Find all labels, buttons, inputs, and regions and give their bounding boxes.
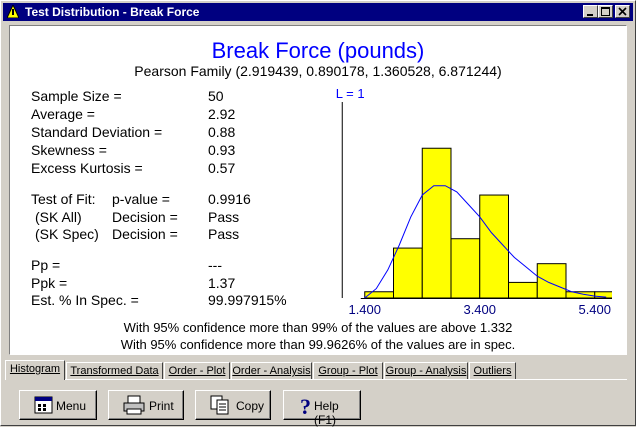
help-button[interactable]: ? Help (F1) bbox=[283, 390, 361, 427]
fit-value: Pass bbox=[208, 226, 240, 242]
report-title: Break Force (pounds) bbox=[211, 38, 425, 63]
tab-order-plot[interactable]: Order - Plot bbox=[164, 362, 230, 379]
tab-label: Histogram bbox=[9, 363, 61, 375]
window-title: Test Distribution - Break Force bbox=[25, 5, 200, 19]
stat-label: Sample Size = bbox=[31, 88, 122, 104]
stat-label: Skewness = bbox=[31, 142, 107, 158]
tab-label: Transformed Data bbox=[70, 365, 159, 377]
minimize-icon bbox=[587, 14, 593, 16]
capability-label: Pp = bbox=[31, 257, 61, 273]
fit-label: (SK Spec) bbox=[35, 226, 99, 242]
app-window: Test Distribution - Break Force Break Fo… bbox=[0, 0, 636, 427]
confidence-line-2: With 95% confidence more than 99.9626% o… bbox=[120, 337, 516, 352]
tab-label: Order - Analysis bbox=[232, 365, 311, 377]
maximize-icon bbox=[601, 7, 610, 16]
printer-icon bbox=[123, 395, 145, 415]
histogram-bar bbox=[450, 238, 481, 299]
copy-button[interactable]: Copy bbox=[195, 390, 271, 420]
tab-label: Group - Plot bbox=[318, 365, 378, 377]
tab-transformed-data[interactable]: Transformed Data bbox=[66, 362, 163, 379]
tab-strip-border bbox=[5, 379, 627, 380]
tab-group-analysis[interactable]: Group - Analysis bbox=[384, 362, 468, 379]
histogram-bar bbox=[421, 147, 452, 299]
stat-value: 2.92 bbox=[208, 106, 236, 122]
histogram-chart: LSL = 1 1.400 3.400 5.400 bbox=[336, 86, 612, 316]
histogram-bar bbox=[508, 281, 538, 299]
menu-icon bbox=[34, 396, 53, 414]
capability-label: Est. % In Spec. = bbox=[31, 292, 139, 308]
maximize-button[interactable] bbox=[598, 5, 613, 18]
stat-label: Standard Deviation = bbox=[31, 124, 163, 140]
close-icon bbox=[618, 7, 627, 16]
stat-value: 0.57 bbox=[208, 160, 236, 176]
help-button-label: Help (F1) bbox=[314, 399, 339, 427]
histogram-bar bbox=[565, 291, 596, 299]
close-button[interactable] bbox=[615, 5, 630, 18]
capability-value: 99.997915% bbox=[208, 292, 287, 308]
tab-order-analysis[interactable]: Order - Analysis bbox=[231, 362, 312, 379]
title-bar[interactable]: Test Distribution - Break Force bbox=[3, 3, 633, 21]
stat-value: 0.88 bbox=[208, 124, 236, 140]
capability-value: 1.37 bbox=[208, 275, 236, 291]
fit-label: (SK All) bbox=[35, 209, 82, 225]
tab-label: Order - Plot bbox=[168, 365, 226, 377]
histogram-bar bbox=[393, 247, 423, 299]
print-button-label: Print bbox=[149, 399, 174, 413]
capability-value: --- bbox=[208, 257, 222, 273]
report-subtitle: Pearson Family (2.919439, 0.890178, 1.36… bbox=[134, 63, 502, 79]
fit-label: Decision = bbox=[112, 226, 178, 242]
capability-label: Ppk = bbox=[31, 275, 68, 291]
x-tick-label: 5.400 bbox=[578, 302, 611, 316]
print-button[interactable]: Print bbox=[108, 390, 184, 420]
confidence-line-1: With 95% confidence more than 99% of the… bbox=[123, 320, 513, 335]
menu-button-label: Menu bbox=[56, 399, 87, 413]
tab-label: Outliers bbox=[473, 365, 512, 377]
stat-value: 50 bbox=[208, 88, 224, 104]
fit-label: Decision = bbox=[112, 209, 178, 225]
stat-value: 0.93 bbox=[208, 142, 236, 158]
svg-text:?: ? bbox=[300, 395, 311, 417]
copy-button-label: Copy bbox=[236, 399, 265, 413]
stat-label: Excess Kurtosis = bbox=[31, 160, 143, 176]
copy-icon bbox=[210, 395, 229, 415]
menu-button[interactable]: Menu bbox=[19, 390, 97, 420]
histogram-report-panel: Break Force (pounds) Pearson Family (2.9… bbox=[9, 25, 627, 355]
fit-label: p-value = bbox=[112, 191, 170, 207]
fit-label: Test of Fit: bbox=[31, 191, 96, 207]
histogram-bar bbox=[536, 263, 567, 299]
tab-group-plot[interactable]: Group - Plot bbox=[313, 362, 383, 379]
stat-label: Average = bbox=[31, 106, 95, 122]
fit-value: Pass bbox=[208, 209, 240, 225]
tab-outliers[interactable]: Outliers bbox=[469, 362, 516, 379]
x-tick-label: 3.400 bbox=[463, 302, 496, 316]
tab-histogram[interactable]: Histogram bbox=[5, 360, 65, 380]
app-icon bbox=[7, 5, 19, 18]
minimize-button[interactable] bbox=[583, 5, 598, 18]
x-tick-label: 1.400 bbox=[348, 302, 381, 316]
fit-value: 0.9916 bbox=[208, 191, 251, 207]
tab-label: Group - Analysis bbox=[385, 365, 467, 377]
lsl-label: LSL = 1 bbox=[336, 86, 365, 101]
